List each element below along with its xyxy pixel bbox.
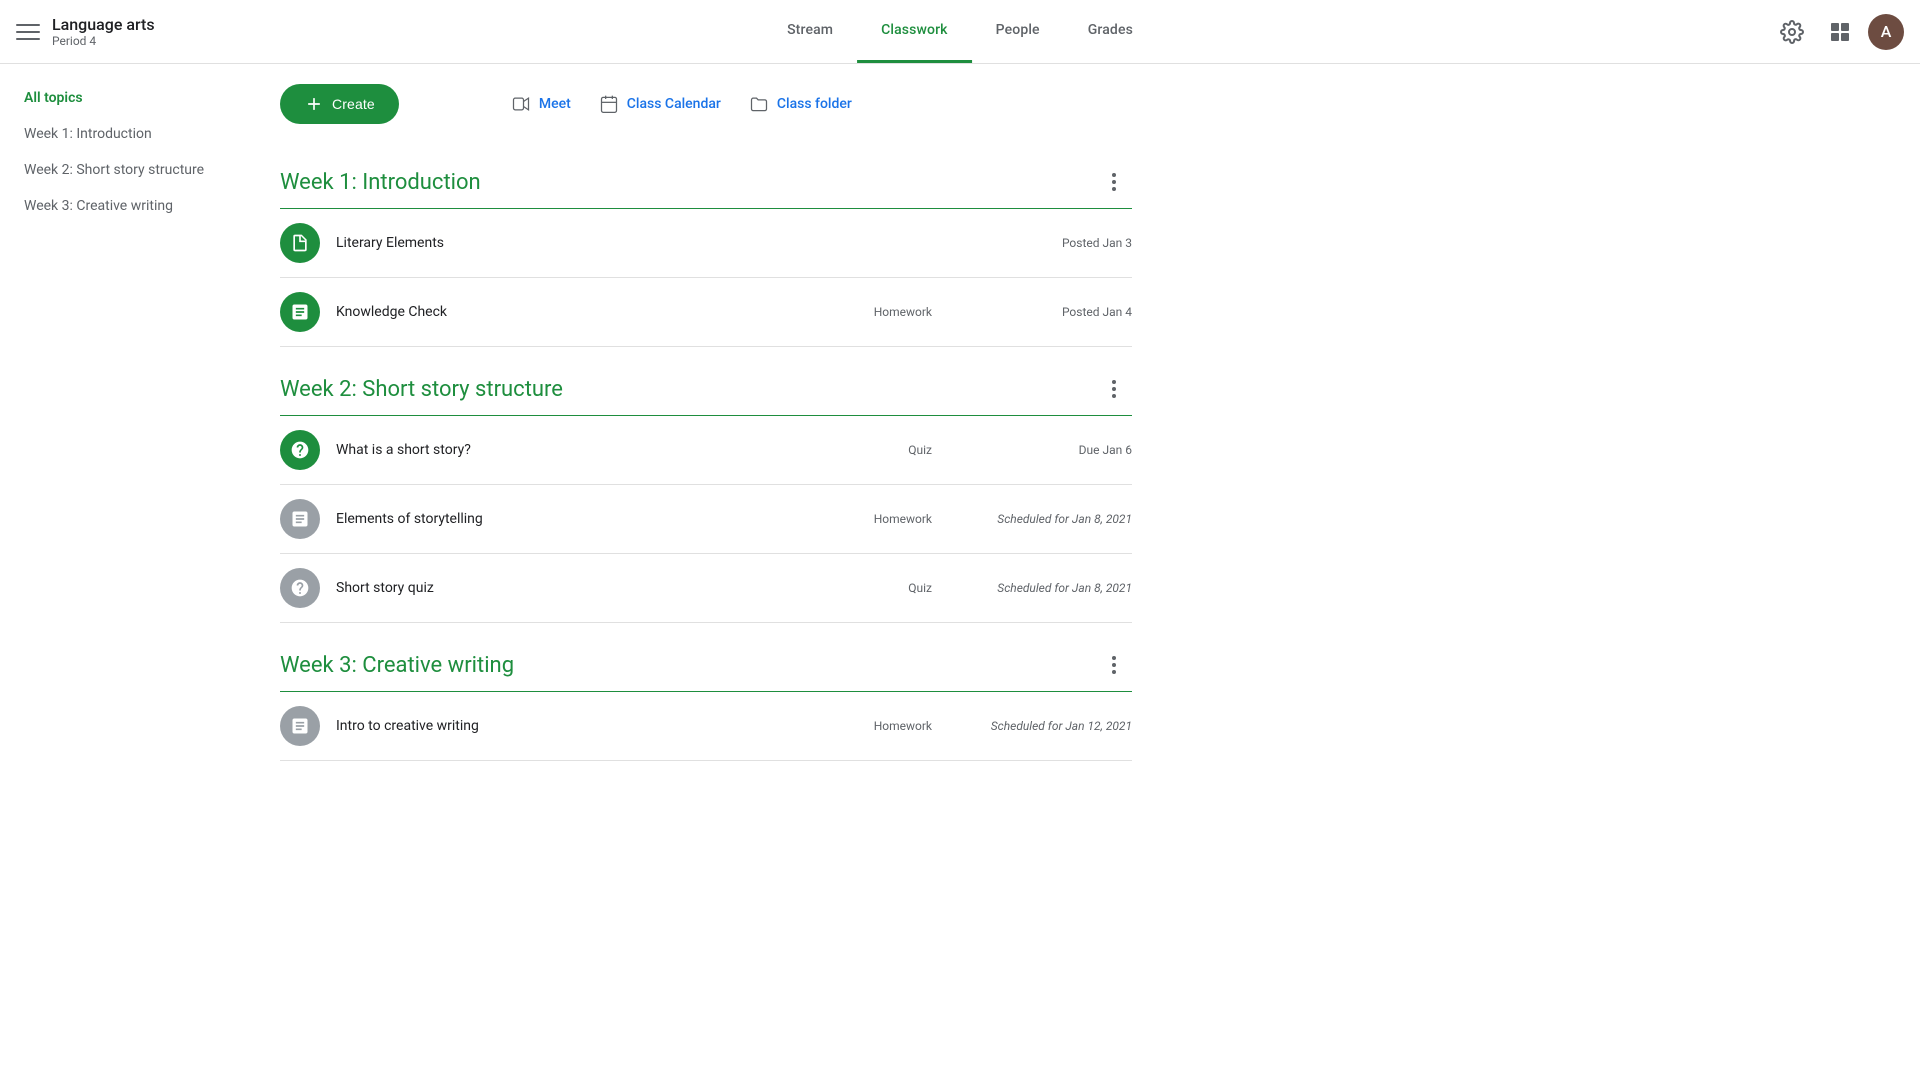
assignment-icon-literary-elements xyxy=(280,223,320,263)
meet-button[interactable]: Meet xyxy=(511,94,571,114)
settings-button[interactable] xyxy=(1772,12,1812,52)
header: Language arts Period 4 Stream Classwork … xyxy=(0,0,1920,64)
more-dots-icon xyxy=(1112,173,1116,191)
assignment-knowledge-check[interactable]: Knowledge Check Homework Posted Jan 4 xyxy=(280,278,1132,347)
more-dots-icon-week3 xyxy=(1112,656,1116,674)
section-week3: Week 3: Creative writing Intro to creati… xyxy=(280,623,1132,761)
assignment-date-short-story: Due Jan 6 xyxy=(972,443,1132,457)
menu-icon[interactable] xyxy=(16,20,40,44)
quiz-icon xyxy=(290,440,310,460)
section-week1: Week 1: Introduction Literary Elements P… xyxy=(280,140,1132,347)
tab-classwork[interactable]: Classwork xyxy=(857,0,972,63)
assignment-icon-short-story-quiz xyxy=(280,568,320,608)
class-calendar-button[interactable]: Class Calendar xyxy=(599,94,721,114)
assignment-icon-short-story xyxy=(280,430,320,470)
calendar-icon xyxy=(599,94,619,114)
app-subtitle: Period 4 xyxy=(52,34,155,48)
main-content: Create Meet Class xyxy=(256,64,1156,1080)
assignment-type-intro-creative-writing: Homework xyxy=(852,719,932,733)
avatar[interactable]: A xyxy=(1868,14,1904,50)
section-more-week3[interactable] xyxy=(1096,647,1132,683)
assignment-intro-creative-writing[interactable]: Intro to creative writing Homework Sched… xyxy=(280,692,1132,761)
assignment-gray-icon xyxy=(290,509,310,529)
assignment-date-short-story-quiz: Scheduled for Jan 8, 2021 xyxy=(972,581,1132,595)
quiz-gray-icon xyxy=(290,578,310,598)
assignment-short-story-quiz[interactable]: Short story quiz Quiz Scheduled for Jan … xyxy=(280,554,1132,623)
assignment-literary-elements[interactable]: Literary Elements Posted Jan 3 xyxy=(280,209,1132,278)
assignment-name-short-story: What is a short story? xyxy=(336,442,852,458)
sidebar-item-week1[interactable]: Week 1: Introduction xyxy=(0,116,240,152)
assignment-name-short-story-quiz: Short story quiz xyxy=(336,580,852,596)
assignment-short-story[interactable]: What is a short story? Quiz Due Jan 6 xyxy=(280,416,1132,485)
section-week2: Week 2: Short story structure What is a … xyxy=(280,347,1132,623)
assignment-type-short-story: Quiz xyxy=(852,443,932,457)
assignment-date-elements-storytelling: Scheduled for Jan 8, 2021 xyxy=(972,512,1132,526)
assignment-icon-intro-creative-writing xyxy=(280,706,320,746)
assignment-elements-storytelling[interactable]: Elements of storytelling Homework Schedu… xyxy=(280,485,1132,554)
section-header-week3: Week 3: Creative writing xyxy=(280,623,1132,692)
sidebar-item-all-topics[interactable]: All topics xyxy=(0,80,240,116)
plus-icon xyxy=(304,94,324,114)
sidebar-item-week3[interactable]: Week 3: Creative writing xyxy=(0,188,240,224)
class-folder-button[interactable]: Class folder xyxy=(749,94,852,114)
assignment-gray-icon-2 xyxy=(290,716,310,736)
assignment-date-literary-elements: Posted Jan 3 xyxy=(972,236,1132,250)
assignment-name-literary-elements: Literary Elements xyxy=(336,235,852,251)
meet-icon xyxy=(511,94,531,114)
assignment-name-knowledge-check: Knowledge Check xyxy=(336,304,852,320)
toolbar: Create Meet Class xyxy=(280,64,1132,140)
app-info: Language arts Period 4 xyxy=(52,15,155,48)
header-nav: Stream Classwork People Grades xyxy=(763,0,1157,63)
assignment-date-intro-creative-writing: Scheduled for Jan 12, 2021 xyxy=(972,719,1132,733)
tab-stream[interactable]: Stream xyxy=(763,0,857,63)
section-header-week2: Week 2: Short story structure xyxy=(280,347,1132,416)
assignment-date-knowledge-check: Posted Jan 4 xyxy=(972,305,1132,319)
assignment-icon-knowledge-check xyxy=(280,292,320,332)
assignment-name-intro-creative-writing: Intro to creative writing xyxy=(336,718,852,734)
sidebar-item-week2[interactable]: Week 2: Short story structure xyxy=(0,152,240,188)
toolbar-actions: Meet Class Calendar Class folder xyxy=(511,94,852,114)
sidebar: All topics Week 1: Introduction Week 2: … xyxy=(0,64,256,1080)
app-title: Language arts xyxy=(52,15,155,34)
folder-icon xyxy=(749,94,769,114)
assignment-type-elements-storytelling: Homework xyxy=(852,512,932,526)
main-layout: All topics Week 1: Introduction Week 2: … xyxy=(0,64,1920,1080)
section-title-week2: Week 2: Short story structure xyxy=(280,377,563,402)
assignment-type-knowledge-check: Homework xyxy=(852,305,932,319)
assignment-type-short-story-quiz: Quiz xyxy=(852,581,932,595)
section-header-week1: Week 1: Introduction xyxy=(280,140,1132,209)
material-icon xyxy=(290,233,310,253)
tab-grades[interactable]: Grades xyxy=(1064,0,1157,63)
section-more-week2[interactable] xyxy=(1096,371,1132,407)
google-apps-button[interactable] xyxy=(1820,12,1860,52)
tab-people[interactable]: People xyxy=(972,0,1064,63)
header-right: A xyxy=(1772,12,1904,52)
more-dots-icon-week2 xyxy=(1112,380,1116,398)
assignment-icon-elements-storytelling xyxy=(280,499,320,539)
create-button[interactable]: Create xyxy=(280,84,399,124)
section-title-week3: Week 3: Creative writing xyxy=(280,653,514,678)
header-left: Language arts Period 4 xyxy=(16,15,256,48)
section-more-week1[interactable] xyxy=(1096,164,1132,200)
assignment-icon xyxy=(290,302,310,322)
grid-icon xyxy=(1831,23,1849,41)
assignment-name-elements-storytelling: Elements of storytelling xyxy=(336,511,852,527)
section-title-week1: Week 1: Introduction xyxy=(280,170,481,195)
